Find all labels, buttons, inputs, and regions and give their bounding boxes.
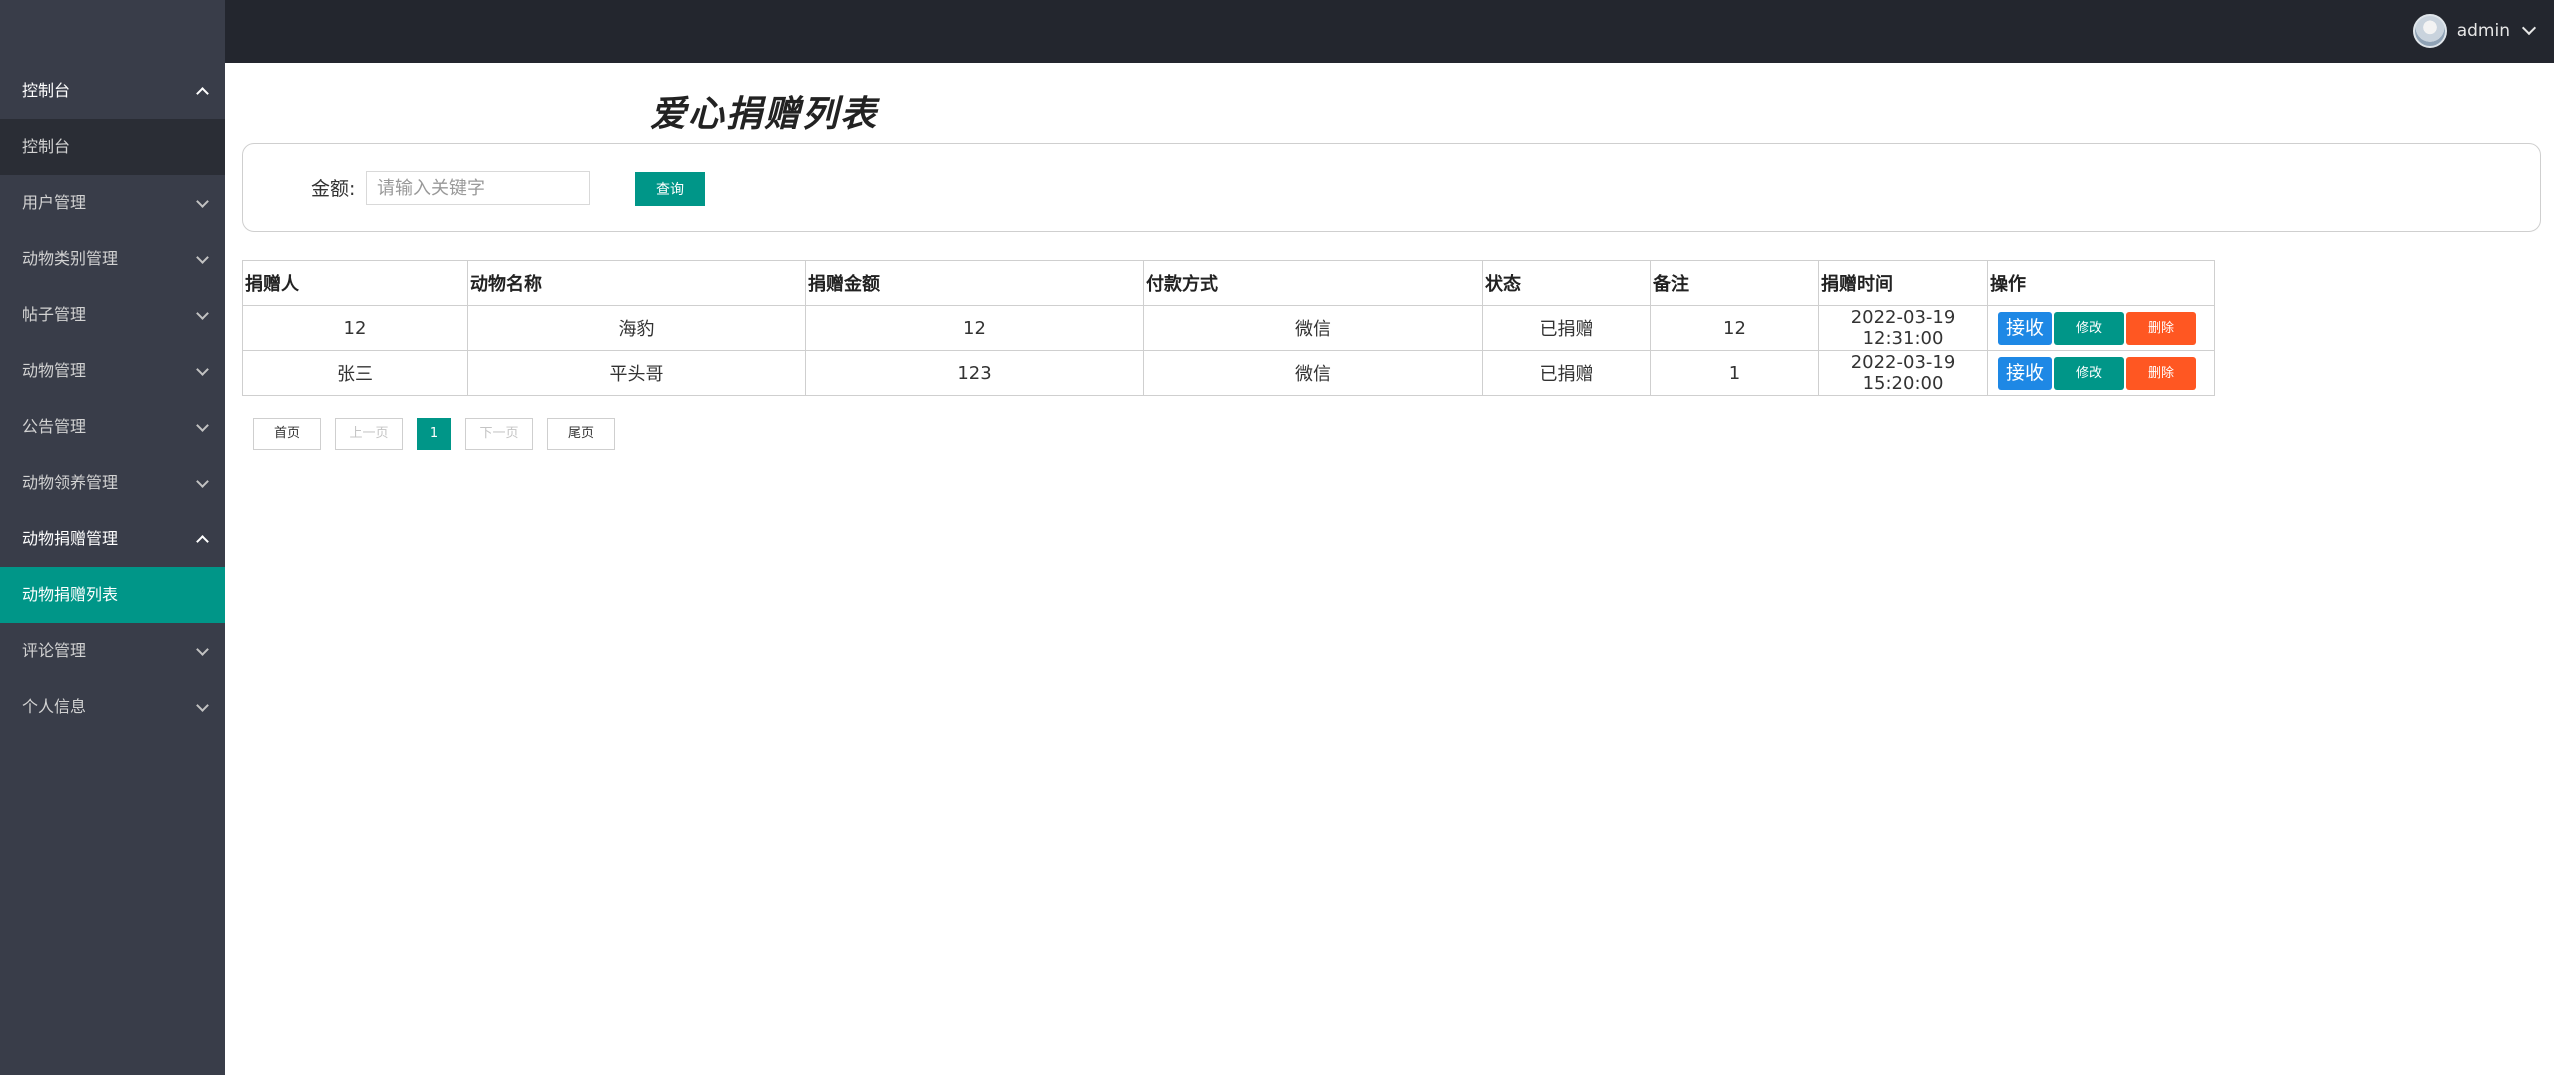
sidebar-item-animal-management[interactable]: 动物管理	[0, 343, 225, 399]
prev-page-button[interactable]: 上一页	[335, 418, 403, 450]
logo-area	[0, 0, 225, 63]
column-header: 动物名称	[467, 260, 806, 306]
cell-note: 12	[1650, 305, 1819, 351]
cell-note: 1	[1650, 350, 1819, 396]
sidebar-subitem-console[interactable]: 控制台	[0, 119, 225, 175]
donation-table: 捐赠人 动物名称 捐赠金额 付款方式 状态 备注 捐赠时间 操作 12 海豹 1…	[242, 260, 2215, 396]
sidebar-item-label: 公告管理	[22, 417, 87, 436]
sidebar-item-personal-info[interactable]: 个人信息	[0, 679, 225, 735]
sidebar-item-donation-management[interactable]: 动物捐赠管理	[0, 511, 225, 567]
sidebar-item-comment-management[interactable]: 评论管理	[0, 623, 225, 679]
cell-payment: 微信	[1143, 305, 1483, 351]
sidebar-item-label: 帖子管理	[22, 305, 87, 324]
sidebar-subitem-label: 动物捐赠列表	[22, 585, 119, 604]
cell-actions: 接收 修改 删除	[1987, 305, 2215, 351]
cell-time: 2022-03-19 12:31:00	[1818, 305, 1988, 351]
column-header: 状态	[1482, 260, 1651, 306]
delete-button[interactable]: 删除	[2126, 356, 2196, 390]
cell-donor: 12	[242, 305, 468, 351]
edit-button[interactable]: 修改	[2054, 356, 2124, 390]
sidebar-item-label: 用户管理	[22, 193, 87, 212]
cell-status: 已捐赠	[1482, 350, 1651, 396]
sidebar-item-label: 个人信息	[22, 697, 87, 716]
chevron-down-icon	[196, 307, 209, 320]
first-page-button[interactable]: 首页	[253, 418, 321, 450]
sidebar: 控制台 控制台 用户管理 动物类别管理 帖子管理 动物管理 公告管理 动物领养管…	[0, 63, 225, 1075]
page-number-button[interactable]: 1	[417, 418, 451, 450]
sidebar-item-notice-management[interactable]: 公告管理	[0, 399, 225, 455]
user-menu[interactable]: admin	[2412, 12, 2537, 50]
cell-animal: 平头哥	[467, 350, 806, 396]
accept-button[interactable]: 接收	[1998, 311, 2052, 345]
column-header: 操作	[1987, 260, 2215, 306]
chevron-down-icon	[196, 699, 209, 712]
column-header: 捐赠金额	[805, 260, 1144, 306]
chevron-down-icon	[196, 475, 209, 488]
edit-button[interactable]: 修改	[2054, 311, 2124, 345]
chevron-down-icon	[196, 251, 209, 264]
cell-payment: 微信	[1143, 350, 1483, 396]
cell-status: 已捐赠	[1482, 305, 1651, 351]
chevron-down-icon	[196, 643, 209, 656]
cell-actions: 接收 修改 删除	[1987, 350, 2215, 396]
search-label: 金额:	[311, 178, 356, 200]
column-header: 备注	[1650, 260, 1819, 306]
user-name[interactable]: admin	[2457, 21, 2510, 41]
chevron-down-icon	[196, 419, 209, 432]
sidebar-item-animal-category-management[interactable]: 动物类别管理	[0, 231, 225, 287]
sidebar-item-label: 动物捐赠管理	[22, 529, 119, 548]
sidebar-item-label: 动物领养管理	[22, 473, 119, 492]
column-header: 捐赠人	[242, 260, 468, 306]
column-header: 捐赠时间	[1818, 260, 1988, 306]
sidebar-item-post-management[interactable]: 帖子管理	[0, 287, 225, 343]
page-title: 爱心捐赠列表	[650, 93, 879, 135]
cell-time: 2022-03-19 15:20:00	[1818, 350, 1988, 396]
pagination: 首页 上一页 1 下一页 尾页	[253, 418, 615, 450]
sidebar-item-label: 控制台	[22, 81, 71, 100]
cell-donor: 张三	[242, 350, 468, 396]
sidebar-item-console[interactable]: 控制台	[0, 63, 225, 119]
sidebar-item-label: 动物类别管理	[22, 249, 119, 268]
table-header-row: 捐赠人 动物名称 捐赠金额 付款方式 状态 备注 捐赠时间 操作	[242, 260, 2215, 306]
search-panel: 金额: 查询	[242, 143, 2541, 232]
chevron-up-icon	[196, 87, 209, 100]
chevron-down-icon	[196, 363, 209, 376]
search-input[interactable]	[366, 171, 590, 205]
sidebar-item-user-management[interactable]: 用户管理	[0, 175, 225, 231]
cell-amount: 12	[805, 305, 1144, 351]
delete-button[interactable]: 删除	[2126, 311, 2196, 345]
search-button[interactable]: 查询	[635, 172, 705, 206]
sidebar-subitem-label: 控制台	[22, 137, 71, 156]
next-page-button[interactable]: 下一页	[465, 418, 533, 450]
main-content: 爱心捐赠列表 金额: 查询 捐赠人 动物名称 捐赠金额 付款方式 状态 备注 捐…	[225, 63, 2554, 1075]
chevron-down-icon	[196, 195, 209, 208]
user-avatar-icon[interactable]	[2412, 14, 2447, 48]
sidebar-item-label: 动物管理	[22, 361, 87, 380]
accept-button[interactable]: 接收	[1998, 356, 2052, 390]
sidebar-item-label: 评论管理	[22, 641, 87, 660]
chevron-down-icon[interactable]	[2521, 20, 2537, 36]
table-row: 张三 平头哥 123 微信 已捐赠 1 2022-03-19 15:20:00 …	[242, 350, 2215, 396]
top-header: admin	[0, 0, 2554, 63]
sidebar-subitem-donation-list[interactable]: 动物捐赠列表	[0, 567, 225, 623]
table-row: 12 海豹 12 微信 已捐赠 12 2022-03-19 12:31:00 接…	[242, 305, 2215, 351]
cell-animal: 海豹	[467, 305, 806, 351]
sidebar-item-adoption-management[interactable]: 动物领养管理	[0, 455, 225, 511]
column-header: 付款方式	[1143, 260, 1483, 306]
cell-amount: 123	[805, 350, 1144, 396]
last-page-button[interactable]: 尾页	[547, 418, 615, 450]
chevron-up-icon	[196, 535, 209, 548]
